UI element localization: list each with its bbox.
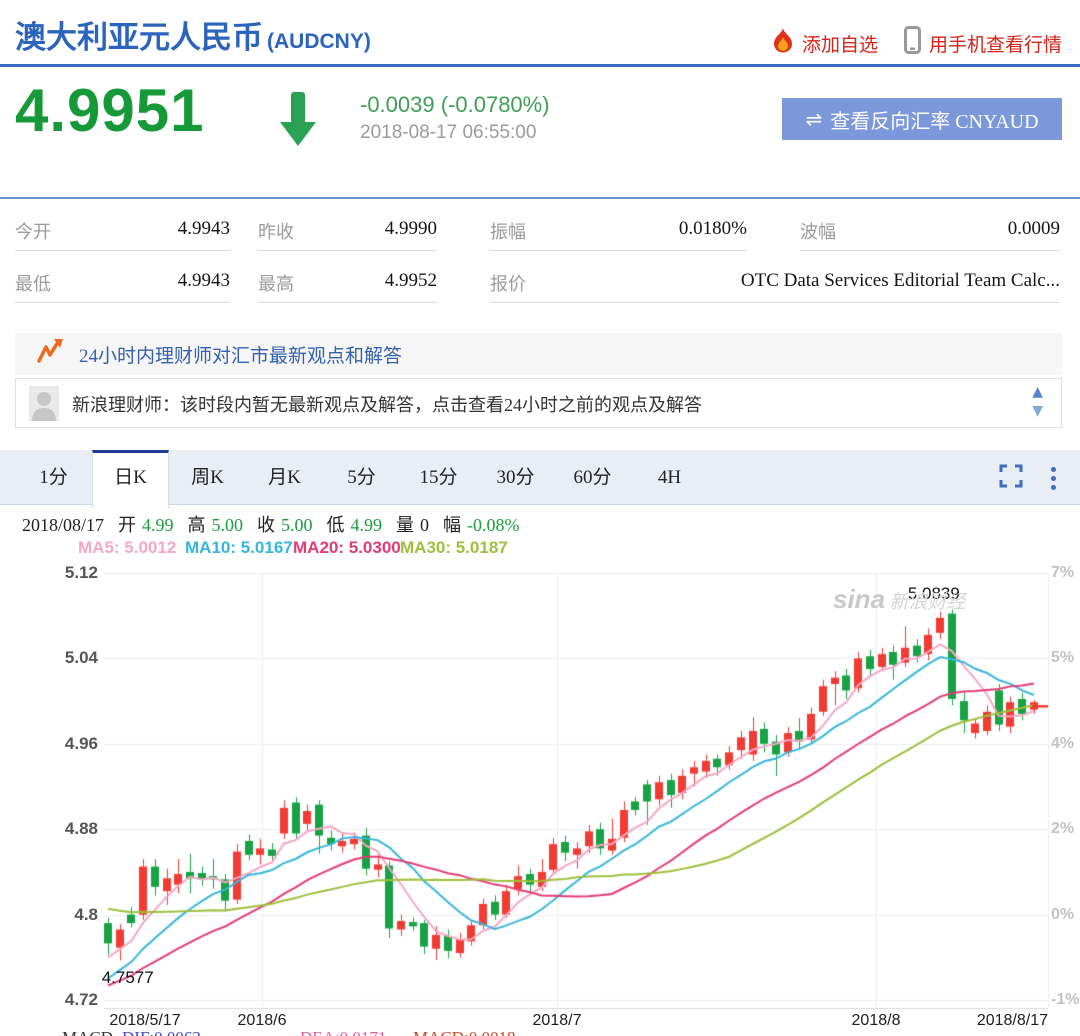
stat-label: 波幅 — [800, 218, 836, 244]
stat-label: 今开 — [15, 218, 51, 244]
tab-15min[interactable]: 15分 — [400, 450, 477, 505]
price-section: 4.9951 -0.0039 (-0.0780%) 2018-08-17 06:… — [15, 82, 1062, 162]
flame-icon — [772, 27, 794, 59]
stat-value: OTC Data Services Editorial Team Calc... — [741, 270, 1060, 292]
stat-value: 4.9943 — [178, 218, 230, 240]
percent-axis-label: -1% — [1051, 991, 1079, 1009]
mobile-quote-link[interactable]: 用手机查看行情 — [904, 26, 1062, 60]
tab-60min[interactable]: 60分 — [554, 450, 631, 505]
price-down-arrow-icon — [277, 92, 319, 153]
tab-weekly-k[interactable]: 周K — [169, 450, 246, 505]
stats-divider — [0, 197, 1080, 199]
info-value: 4.99 — [142, 515, 174, 535]
info-value: 5.00 — [281, 515, 313, 535]
y-axis-label: 5.12 — [40, 563, 98, 583]
info-label: 低 — [327, 515, 345, 535]
page-title: 澳大利亚元人民币 — [15, 12, 263, 57]
title-underline — [0, 64, 1080, 67]
stat-value: 0.0180% — [679, 218, 747, 240]
advisor-header: 24小时内理财师对汇市最新观点和解答 — [15, 333, 1062, 375]
sina-logo: sina — [833, 584, 885, 614]
scroll-up-icon[interactable]: ▲ — [1032, 383, 1043, 402]
percent-axis-label: 4% — [1051, 735, 1074, 753]
macd-item: MACD — [62, 1028, 113, 1036]
ohlc-info-line: 2018/08/17 开 4.99 高 5.00 收 5.00 低 4.99 量0幅 -0.08% — [22, 511, 532, 537]
current-price: 4.9951 — [15, 76, 205, 145]
low-annotation: 4.7577 — [102, 968, 154, 988]
stat-label: 最低 — [15, 270, 51, 296]
y-axis-label: 4.88 — [40, 819, 98, 839]
info-value: 5.00 — [212, 515, 244, 535]
fullscreen-icon[interactable] — [999, 464, 1023, 493]
info-label: 高 — [188, 515, 206, 535]
stat-label: 最高 — [258, 270, 294, 296]
stat-high: 最高 4.9952 — [258, 262, 437, 303]
macd-item: DEA:0.0171 — [300, 1028, 386, 1036]
stat-label: 振幅 — [490, 218, 526, 244]
percent-axis-label: 7% — [1051, 564, 1074, 582]
y-axis-label: 5.04 — [40, 648, 98, 668]
more-options-icon[interactable] — [1051, 467, 1056, 490]
advisor-message-box[interactable]: 新浪理财师：该时段内暂无最新观点及解答，点击查看24小时之前的观点及解答 ▲ ▼ — [15, 378, 1062, 428]
stat-label: 报价 — [490, 270, 526, 296]
stat-value: 0.0009 — [1008, 218, 1060, 240]
info-label: 收 — [257, 515, 275, 535]
swap-arrows-icon: ⇌ — [805, 107, 822, 131]
reverse-rate-button[interactable]: ⇌ 查看反向汇率 CNYAUD — [782, 98, 1062, 140]
y-axis-label: 4.8 — [40, 905, 98, 925]
period-tabbar: 1分日K周K月K5分15分30分60分4H — [0, 450, 1080, 505]
macd-row-clipped: MACD DIF:0.0062 DEA:0.0171 MACD:0.0018 — [0, 1028, 1080, 1036]
percent-axis-label: 2% — [1051, 820, 1074, 838]
macd-item: MACD:0.0018 — [413, 1028, 515, 1036]
mobile-quote-label: 用手机查看行情 — [929, 30, 1062, 57]
stat-label: 昨收 — [258, 218, 294, 244]
candlestick-chart[interactable] — [0, 555, 1080, 1015]
tab-daily-k[interactable]: 日K — [92, 450, 169, 508]
stat-value: 4.9943 — [178, 270, 230, 292]
info-value: 4.99 — [351, 515, 383, 535]
avatar — [29, 386, 59, 421]
percent-axis-label: 0% — [1051, 906, 1074, 924]
stat-value: 4.9952 — [385, 270, 437, 292]
scroll-down-icon[interactable]: ▼ — [1032, 402, 1043, 421]
advisor-message: 新浪理财师：该时段内暂无最新观点及解答，点击查看24小时之前的观点及解答 — [72, 391, 702, 417]
zigzag-arrow-icon — [37, 337, 63, 372]
stat-amplitude: 振幅 0.0180% — [490, 210, 747, 251]
info-value: 0 — [420, 515, 429, 535]
stat-quote-source: 报价 OTC Data Services Editorial Team Calc.… — [490, 262, 1060, 303]
tab-5min[interactable]: 5分 — [323, 450, 400, 505]
stat-low: 最低 4.9943 — [15, 262, 230, 303]
ohlc-date: 2018/08/17 — [22, 515, 104, 535]
tab-30min[interactable]: 30分 — [477, 450, 554, 505]
stat-prev-close: 昨收 4.9990 — [258, 210, 437, 251]
y-axis-label: 4.96 — [40, 734, 98, 754]
tab-monthly-k[interactable]: 月K — [246, 450, 323, 505]
info-label: 开 — [118, 515, 136, 535]
info-label: 幅 — [443, 515, 461, 535]
macd-item: DIF:0.0062 — [122, 1028, 201, 1036]
audcny-quote-page: 澳大利亚元人民币 (AUDCNY) 添加自选 用手机查看行情 4.9951 - — [0, 0, 1080, 1036]
y-axis-label: 4.72 — [40, 990, 98, 1010]
reverse-rate-label: 查看反向汇率 CNYAUD — [830, 105, 1038, 134]
tab-1min[interactable]: 1分 — [15, 450, 92, 505]
stat-value: 4.9990 — [385, 218, 437, 240]
price-change: -0.0039 (-0.0780%) — [360, 92, 550, 118]
add-watchlist-link[interactable]: 添加自选 — [772, 27, 878, 59]
info-value: -0.08% — [467, 515, 520, 535]
phone-icon — [904, 26, 921, 60]
stat-today-open: 今开 4.9943 — [15, 210, 230, 251]
percent-axis-label: 5% — [1051, 649, 1074, 667]
symbol-code: (AUDCNY) — [267, 30, 371, 53]
sina-watermark: sina 新浪财经 — [833, 584, 966, 615]
tab-4h[interactable]: 4H — [631, 450, 708, 505]
sina-cn-label: 新浪财经 — [889, 592, 965, 613]
quote-timestamp: 2018-08-17 06:55:00 — [360, 122, 550, 144]
advisor-headline-link[interactable]: 24小时内理财师对汇市最新观点和解答 — [79, 341, 402, 368]
add-watchlist-label: 添加自选 — [802, 30, 878, 57]
stat-range: 波幅 0.0009 — [800, 210, 1060, 251]
info-label: 量 — [396, 515, 414, 535]
quote-header: 澳大利亚元人民币 (AUDCNY) 添加自选 用手机查看行情 — [15, 12, 1062, 62]
